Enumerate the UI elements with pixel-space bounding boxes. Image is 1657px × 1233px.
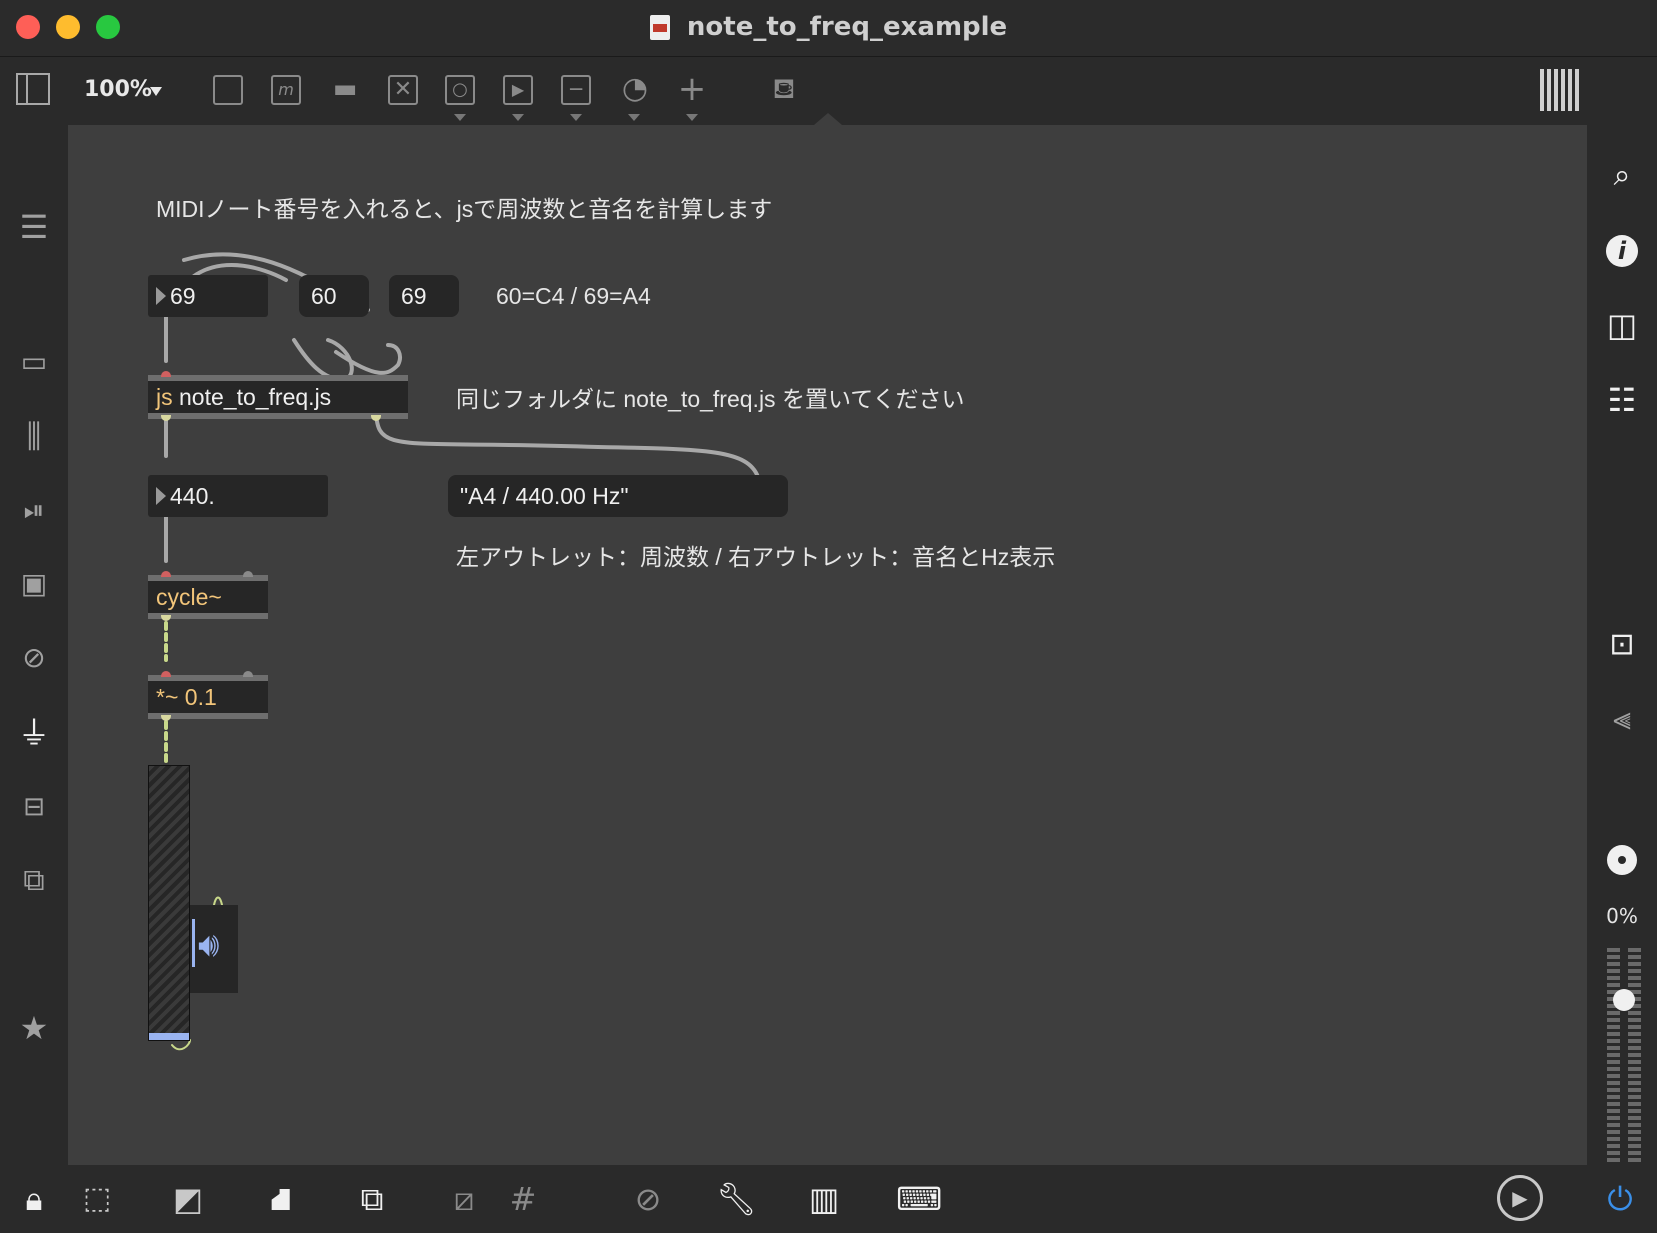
- audio-level-readout: 0%: [1606, 904, 1638, 928]
- camera-icon[interactable]: ⊡: [1602, 625, 1642, 665]
- chevron-down-icon[interactable]: [512, 114, 524, 121]
- snapshot-icon[interactable]: ⧉: [14, 861, 54, 901]
- comment-icon[interactable]: ▬: [327, 71, 363, 107]
- meter-body: [148, 765, 190, 1041]
- ezdac-object[interactable]: 🔊︎: [190, 905, 238, 993]
- volume-slider-knob[interactable]: [1613, 989, 1635, 1011]
- presentation-mode-icon[interactable]: ◩: [168, 1179, 208, 1219]
- select-pointer-icon[interactable]: ⬚: [77, 1179, 117, 1219]
- chevron-down-icon[interactable]: [570, 114, 582, 121]
- favorites-star-icon[interactable]: ★: [14, 1008, 54, 1048]
- toggle-icon[interactable]: ✕: [388, 75, 418, 105]
- gain-object[interactable]: *~ 0.1: [148, 675, 268, 719]
- message-69[interactable]: 69: [389, 275, 459, 317]
- computer-keyboard-icon[interactable]: ⌨: [896, 1179, 942, 1219]
- inspector-pointer: [814, 113, 842, 125]
- windows-icon[interactable]: ⧉: [352, 1179, 392, 1219]
- dsp-options-icon[interactable]: [1602, 840, 1642, 880]
- audio-waveform-icon[interactable]: ⫼: [14, 416, 54, 456]
- chevron-down-icon: [150, 87, 162, 96]
- zoom-level: 100%: [84, 77, 152, 102]
- note-number-box[interactable]: 69: [148, 275, 268, 317]
- comment-bubble-icon[interactable]: ⛘: [261, 1179, 301, 1219]
- object-keyword: js: [156, 384, 173, 410]
- cycle-inlet-left[interactable]: [161, 571, 171, 577]
- bottom-toolbar: 🔒︎ ⬚ ◩ ⛘ ⧉ ⧄ # ⊘ 🔧︎ ▥ ⌨ ▶ ⏻: [0, 1165, 1657, 1233]
- comment-note-reference[interactable]: 60=C4 / 69=A4: [496, 283, 651, 310]
- message-60[interactable]: 60: [299, 275, 369, 317]
- cycle-object[interactable]: cycle~: [148, 575, 268, 619]
- chevron-down-icon[interactable]: [628, 114, 640, 121]
- package-icon[interactable]: ⊟: [14, 787, 54, 827]
- js-inlet[interactable]: [161, 371, 171, 377]
- audio-level-meter: [1607, 947, 1641, 1162]
- meter-level-bar: [149, 1033, 189, 1040]
- attach-add-icon[interactable]: ⊘: [628, 1179, 668, 1219]
- info-icon[interactable]: i: [1602, 231, 1642, 271]
- note-number-value: 69: [170, 283, 196, 309]
- right-sidebar: ⌕ i ◫ ☷ ⊡ ⫷ 0%: [1587, 125, 1657, 1165]
- object-argument: note_to_freq.js: [179, 384, 332, 410]
- add-icon[interactable]: +: [674, 71, 710, 107]
- frequency-number-box[interactable]: 440.: [148, 475, 328, 517]
- gain-inlet-left[interactable]: [161, 671, 171, 677]
- menu-icon[interactable]: ☰: [14, 207, 54, 247]
- chevron-down-icon[interactable]: [686, 114, 698, 121]
- media-player-icon[interactable]: ⏯: [14, 491, 54, 531]
- comment-outlet-hint[interactable]: 左アウトレット：周波数 / 右アウトレット：音名とHz表示: [456, 538, 1055, 572]
- play-icon[interactable]: ▶: [503, 75, 533, 105]
- note-name-message[interactable]: "A4 / 440.00 Hz": [448, 475, 788, 517]
- patch-cord: [374, 410, 760, 479]
- gain-inlet-right[interactable]: [243, 671, 253, 677]
- presentation-icon[interactable]: ▭: [14, 342, 54, 382]
- paint-bucket-icon[interactable]: ⛾: [766, 71, 802, 107]
- comment-heading[interactable]: MIDIノート番号を入れると、jsで周波数と音名を計算します: [156, 190, 772, 224]
- list-icon[interactable]: ☷: [1602, 380, 1642, 420]
- message-icon[interactable]: m: [271, 75, 301, 105]
- slider-icon[interactable]: ─: [561, 75, 591, 105]
- comment-js-hint[interactable]: 同じフォルダに note_to_freq.js を置いてください: [456, 380, 965, 414]
- audio-power-icon[interactable]: ⏻: [1600, 1179, 1640, 1219]
- patch-cord: [334, 343, 402, 375]
- object-icon[interactable]: [213, 75, 243, 105]
- window-title-wrap: note_to_freq_example: [0, 12, 1657, 42]
- transport-play-icon[interactable]: ▶: [1497, 1175, 1543, 1221]
- frequency-value: 440.: [170, 483, 215, 509]
- sidebar-toggle-icon[interactable]: [16, 73, 50, 105]
- window-title: note_to_freq_example: [686, 12, 1008, 42]
- search-icon[interactable]: ⌕: [1602, 156, 1642, 196]
- number-triangle-icon: [156, 287, 166, 305]
- speaker-icon: 🔊︎: [198, 925, 220, 965]
- plug-icon[interactable]: ⏚: [14, 713, 54, 753]
- image-icon[interactable]: ▣: [14, 564, 54, 604]
- lock-icon[interactable]: 🔒︎: [14, 1179, 54, 1219]
- wrench-icon[interactable]: 🔧︎: [716, 1179, 757, 1219]
- number-triangle-icon: [156, 487, 166, 505]
- reference-book-icon[interactable]: ◫: [1602, 305, 1642, 345]
- left-sidebar: ☰ ▭ ⫼ ⏯ ▣ ⊘ ⏚ ⊟ ⧉ ★: [0, 125, 68, 1165]
- grid-snap-icon[interactable]: #: [503, 1179, 543, 1219]
- button-icon[interactable]: ○: [445, 75, 475, 105]
- piano-keyboard-icon[interactable]: ▥: [804, 1179, 844, 1219]
- js-object[interactable]: js note_to_freq.js: [148, 375, 408, 419]
- cycle-inlet-right[interactable]: [243, 571, 253, 577]
- toolbar: 100% m ▬ ✕ ○ ▶ ─ ◔ + ⛾: [0, 57, 1657, 125]
- patch-cord: [292, 338, 354, 383]
- dial-icon[interactable]: ◔: [617, 71, 653, 107]
- max-patcher-window: note_to_freq_example 100% m ▬ ✕ ○ ▶ ─ ◔ …: [0, 0, 1657, 1233]
- patch-cords: [163, 252, 760, 1051]
- title-bar: note_to_freq_example: [0, 0, 1657, 57]
- patcher-canvas[interactable]: MIDIノート番号を入れると、jsで周波数と音名を計算します 69 60 69 …: [68, 125, 1587, 1165]
- document-icon: [649, 14, 670, 40]
- mixer-icon[interactable]: ⫷: [1602, 698, 1642, 738]
- align-icon[interactable]: ⧄: [444, 1179, 484, 1219]
- grid-icon[interactable]: [1540, 69, 1582, 111]
- chevron-down-icon[interactable]: [454, 114, 466, 121]
- paperclip-icon[interactable]: ⊘: [14, 638, 54, 678]
